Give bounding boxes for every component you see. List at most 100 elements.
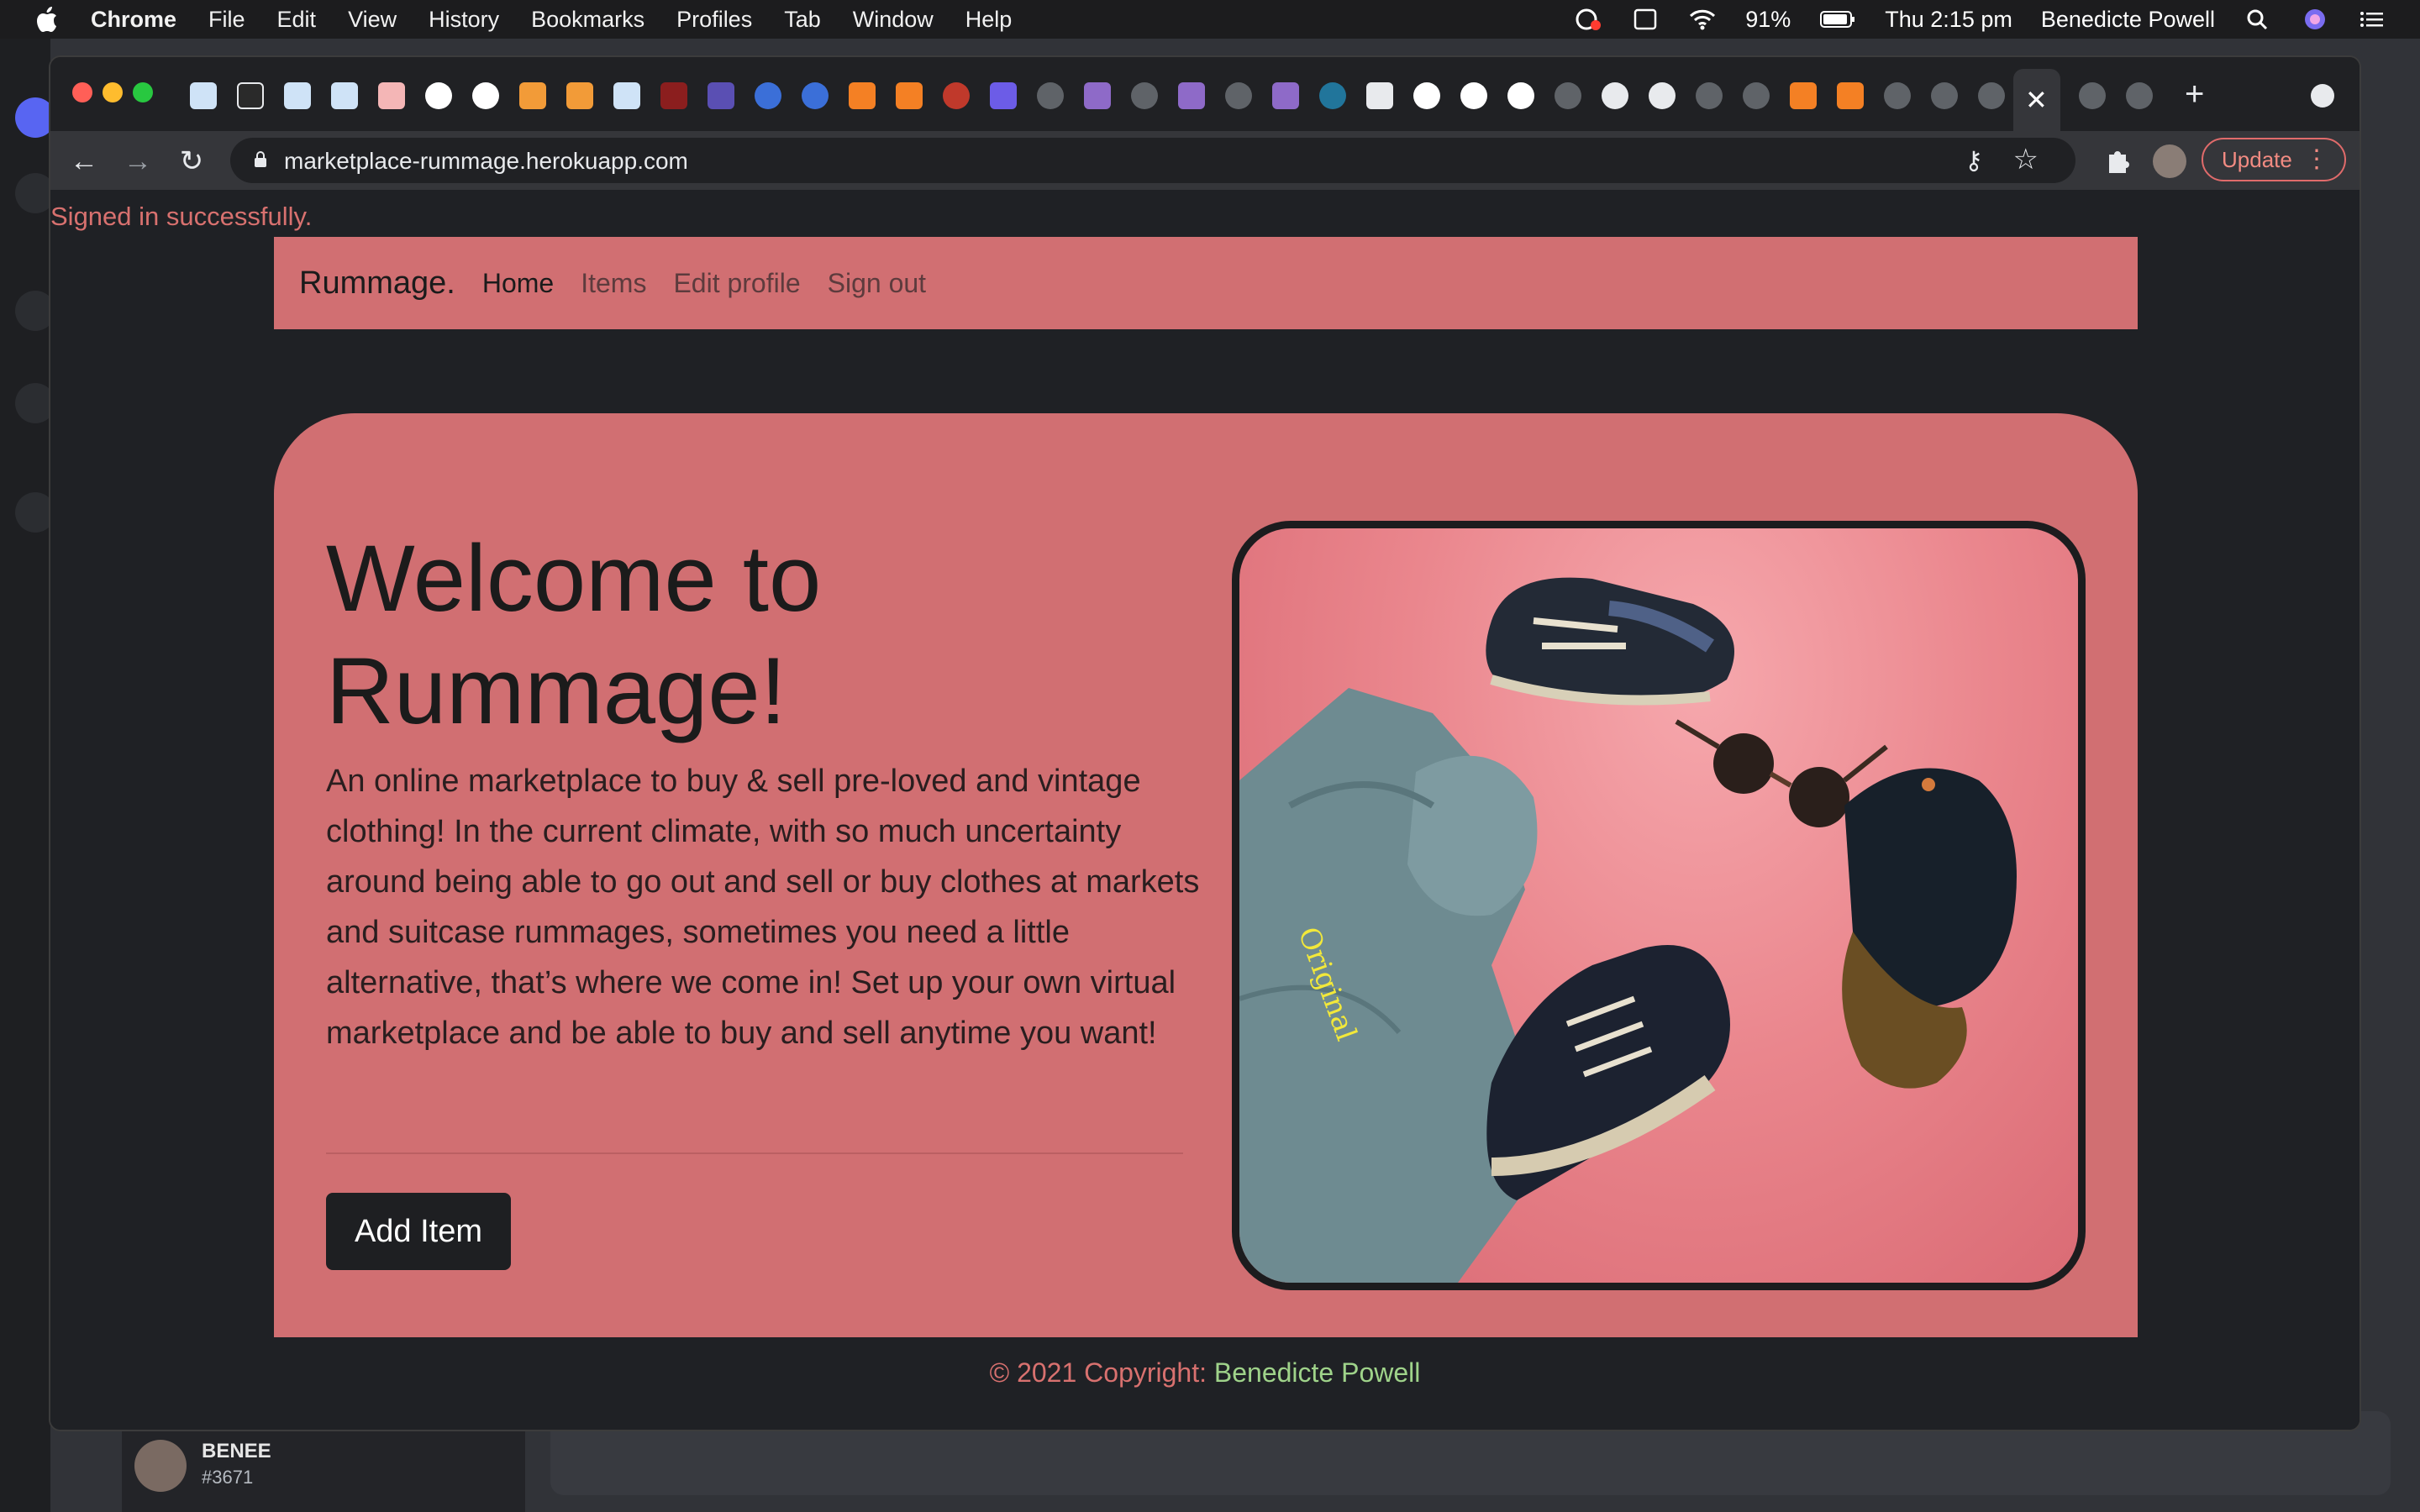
nav-link-edit-profile[interactable]: Edit profile (673, 268, 800, 299)
heroku-icon[interactable] (1084, 82, 1111, 109)
lock-icon[interactable] (254, 151, 267, 168)
tab-search-icon[interactable] (2311, 84, 2334, 108)
menu-tab[interactable]: Tab (784, 7, 821, 33)
zoom-window-button[interactable] (133, 82, 153, 102)
tab-favicon-icon[interactable] (755, 82, 781, 109)
update-chrome-button[interactable]: Update ⋮ (2202, 138, 2346, 181)
stackoverflow-icon[interactable] (849, 82, 876, 109)
discord-user-tag: #3671 (202, 1467, 254, 1488)
reload-icon[interactable]: ↻ (175, 144, 208, 178)
globe-icon[interactable] (1884, 82, 1911, 109)
ruby-icon[interactable] (943, 82, 970, 109)
globe-icon[interactable] (1131, 82, 1158, 109)
apple-icon[interactable] (34, 5, 59, 34)
heroku-icon[interactable] (1178, 82, 1205, 109)
stackoverflow-icon[interactable] (1837, 82, 1864, 109)
bookmark-star-icon[interactable]: ☆ (2013, 143, 2039, 176)
new-tab-button[interactable]: + (2185, 76, 2204, 113)
menu-bookmarks[interactable]: Bookmarks (531, 7, 644, 33)
heroku-icon[interactable] (1272, 82, 1299, 109)
globe-icon[interactable] (2126, 82, 2153, 109)
tab-favicon-icon[interactable] (331, 82, 358, 109)
back-arrow-icon[interactable]: ← (67, 144, 101, 178)
nav-link-home[interactable]: Home (482, 268, 554, 299)
chrome-icon[interactable] (1649, 82, 1676, 109)
tab-favicon-icon[interactable] (566, 82, 593, 109)
siri-icon[interactable] (2301, 7, 2329, 32)
battery-icon[interactable] (1819, 7, 1856, 32)
tab-favicon-icon[interactable] (802, 82, 829, 109)
hero-clothing-image: Original (1232, 521, 2086, 1290)
hero-divider (326, 1152, 1183, 1154)
wifi-icon[interactable] (1688, 7, 1717, 32)
menu-window[interactable]: Window (853, 7, 934, 33)
server-icon[interactable] (15, 492, 55, 533)
github-icon[interactable] (1507, 82, 1534, 109)
stackoverflow-icon[interactable] (1790, 82, 1817, 109)
minimize-window-button[interactable] (103, 82, 123, 102)
address-bar[interactable]: marketplace-rummage.herokuapp.com ⚷ ☆ (230, 138, 2075, 183)
extensions-puzzle-icon[interactable] (2102, 146, 2133, 176)
site-brand[interactable]: Rummage. (299, 265, 455, 302)
globe-icon[interactable] (1555, 82, 1581, 109)
menu-edit[interactable]: Edit (277, 7, 317, 33)
menu-history[interactable]: History (429, 7, 499, 33)
nav-link-sign-out[interactable]: Sign out (828, 268, 926, 299)
tab-favicon-icon[interactable] (378, 82, 405, 109)
server-icon[interactable] (15, 173, 55, 213)
nav-link-items[interactable]: Items (581, 268, 646, 299)
menu-view[interactable]: View (348, 7, 397, 33)
github-icon[interactable] (1413, 82, 1440, 109)
footer-author-link[interactable]: Benedicte Powell (1214, 1357, 1420, 1388)
globe-icon[interactable] (2079, 82, 2106, 109)
tab-close-icon[interactable]: ✕ (2025, 84, 2048, 116)
menu-app-name[interactable]: Chrome (91, 7, 176, 33)
tab-favicon-icon[interactable] (190, 82, 217, 109)
globe-icon[interactable] (1743, 82, 1770, 109)
active-tab[interactable]: ✕ (2013, 69, 2060, 131)
tab-favicon-icon[interactable] (613, 82, 640, 109)
avatar[interactable] (134, 1440, 187, 1492)
server-icon[interactable] (15, 291, 55, 331)
discord-username: BENEE (202, 1440, 271, 1462)
bootstrap-icon[interactable] (708, 82, 734, 109)
forward-arrow-icon[interactable]: → (121, 144, 155, 178)
tab-favicon-icon[interactable] (519, 82, 546, 109)
menu-file[interactable]: File (208, 7, 245, 33)
github-icon[interactable] (1460, 82, 1487, 109)
globe-icon[interactable] (1225, 82, 1252, 109)
creative-cloud-icon[interactable] (1574, 7, 1602, 32)
chrome-icon[interactable] (1602, 82, 1628, 109)
discord-home-icon[interactable] (15, 97, 55, 138)
menu-help[interactable]: Help (965, 7, 1013, 33)
tab-favicon-icon[interactable] (284, 82, 311, 109)
discord-server-rail (0, 39, 55, 1512)
tab-favicon-icon[interactable] (237, 82, 264, 109)
globe-icon[interactable] (1037, 82, 1064, 109)
calendar-icon[interactable] (1631, 7, 1660, 32)
github-icon[interactable] (472, 82, 499, 109)
url-text[interactable]: marketplace-rummage.herokuapp.com (284, 148, 688, 175)
kebab-menu-icon[interactable]: ⋮ (2304, 144, 2329, 174)
tab-favicon-icon[interactable] (1366, 82, 1393, 109)
clothing-flatlay-illustration: Original (1239, 577, 2017, 1283)
stackoverflow-icon[interactable] (896, 82, 923, 109)
macos-menu-bar: Chrome File Edit View History Bookmarks … (0, 0, 2420, 39)
wordpress-icon[interactable] (1319, 82, 1346, 109)
password-key-icon[interactable]: ⚷ (1965, 146, 1983, 176)
menu-profiles[interactable]: Profiles (676, 7, 752, 33)
server-icon[interactable] (15, 383, 55, 423)
notification-center-icon[interactable] (2358, 7, 2386, 32)
add-item-button[interactable]: Add Item (326, 1193, 511, 1270)
github-icon[interactable] (425, 82, 452, 109)
close-window-button[interactable] (72, 82, 92, 102)
menubar-user[interactable]: Benedicte Powell (2041, 7, 2215, 33)
menubar-clock[interactable]: Thu 2:15 pm (1885, 7, 2012, 33)
globe-icon[interactable] (1931, 82, 1958, 109)
globe-icon[interactable] (1978, 82, 2005, 109)
globe-icon[interactable] (1696, 82, 1723, 109)
tab-favicon-icon[interactable] (660, 82, 687, 109)
profile-avatar[interactable] (2153, 144, 2186, 178)
spotlight-search-icon[interactable] (2244, 7, 2272, 32)
tab-favicon-icon[interactable] (990, 82, 1017, 109)
